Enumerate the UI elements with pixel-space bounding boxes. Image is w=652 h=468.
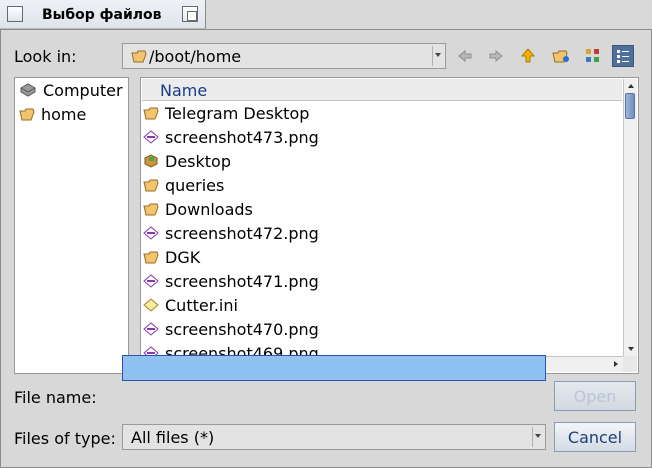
desktop-folder-icon bbox=[144, 154, 158, 168]
detail-view-button[interactable] bbox=[612, 45, 634, 67]
close-window-button[interactable] bbox=[7, 6, 23, 22]
file-name: DGK bbox=[165, 247, 201, 267]
scroll-corner bbox=[623, 356, 637, 372]
look-in-label: Look in: bbox=[14, 47, 77, 66]
look-in-path: /boot/home bbox=[149, 47, 242, 66]
folder-icon bbox=[143, 179, 159, 192]
scroll-down-button[interactable] bbox=[625, 343, 637, 355]
zoom-window-button[interactable] bbox=[182, 6, 198, 22]
vertical-scroll-thumb[interactable] bbox=[625, 93, 635, 119]
forward-button[interactable] bbox=[485, 45, 507, 67]
file-name: screenshot470.png bbox=[165, 319, 319, 339]
image-file-icon bbox=[143, 322, 159, 336]
file-name: screenshot473.png bbox=[165, 127, 319, 147]
back-button[interactable] bbox=[454, 45, 476, 67]
file-name-label: File name: bbox=[14, 388, 97, 407]
file-type-value: All files (*) bbox=[131, 428, 215, 447]
list-item[interactable]: Telegram Desktop bbox=[143, 101, 309, 125]
window-title: Выбор файлов bbox=[42, 7, 162, 23]
folder-icon bbox=[143, 251, 159, 264]
sidebar-item-label: Computer bbox=[43, 80, 123, 100]
new-folder-button[interactable] bbox=[550, 45, 572, 67]
sidebar-item-home[interactable]: home bbox=[19, 103, 86, 125]
list-item[interactable]: screenshot470.png bbox=[143, 317, 319, 341]
back-arrow-icon bbox=[458, 49, 472, 63]
file-name: screenshot471.png bbox=[165, 271, 319, 291]
open-button[interactable]: Open bbox=[554, 381, 636, 411]
forward-arrow-icon bbox=[489, 49, 503, 63]
detail-view-icon bbox=[617, 50, 629, 63]
text-file-icon bbox=[143, 298, 159, 312]
look-in-combo[interactable]: /boot/home bbox=[122, 43, 446, 69]
scroll-up-button[interactable] bbox=[625, 80, 637, 92]
column-header-label: Name bbox=[160, 81, 208, 100]
sidebar-item-label: home bbox=[41, 104, 87, 124]
file-name: Telegram Desktop bbox=[165, 103, 310, 123]
file-list[interactable]: Name Telegram Desktop screenshot473.png … bbox=[140, 77, 639, 374]
list-item[interactable]: Cutter.ini bbox=[143, 293, 238, 317]
window-title-tab[interactable]: Выбор файлов bbox=[0, 0, 206, 29]
folder-icon bbox=[131, 48, 147, 68]
cancel-button[interactable]: Cancel bbox=[554, 422, 636, 452]
list-item[interactable]: queries bbox=[143, 173, 224, 197]
list-item[interactable]: Desktop bbox=[143, 149, 231, 173]
image-file-icon bbox=[143, 226, 159, 240]
sidebar-item-computer[interactable]: Computer bbox=[19, 79, 123, 101]
list-item[interactable]: screenshot473.png bbox=[143, 125, 319, 149]
sidebar[interactable]: Computer home bbox=[14, 77, 129, 374]
new-folder-icon bbox=[552, 50, 569, 63]
list-item[interactable]: Downloads bbox=[143, 197, 253, 221]
scroll-right-button[interactable] bbox=[610, 358, 622, 370]
list-item[interactable]: screenshot472.png bbox=[143, 221, 319, 245]
computer-icon bbox=[20, 83, 36, 97]
file-type-combo[interactable]: All files (*) bbox=[122, 424, 546, 450]
files-of-type-label: Files of type: bbox=[14, 429, 116, 448]
list-view-button[interactable] bbox=[582, 45, 604, 67]
up-arrow-icon bbox=[520, 48, 536, 63]
chevron-down-icon bbox=[435, 53, 441, 57]
folder-icon bbox=[19, 108, 35, 121]
image-file-icon bbox=[143, 274, 159, 288]
list-item[interactable]: DGK bbox=[143, 245, 200, 269]
parent-directory-button[interactable] bbox=[517, 45, 539, 67]
file-name: screenshot472.png bbox=[165, 223, 319, 243]
vertical-scrollbar[interactable] bbox=[623, 79, 637, 356]
list-view-icon bbox=[586, 49, 599, 62]
image-file-icon bbox=[143, 130, 159, 144]
folder-icon bbox=[143, 203, 159, 216]
file-name: Cutter.ini bbox=[165, 295, 238, 315]
file-name: Downloads bbox=[165, 199, 253, 219]
chevron-down-icon bbox=[535, 434, 541, 438]
file-name: queries bbox=[165, 175, 225, 195]
list-item[interactable]: screenshot471.png bbox=[143, 269, 319, 293]
folder-icon bbox=[143, 107, 159, 120]
column-header-name[interactable]: Name bbox=[142, 79, 622, 101]
file-name-input[interactable] bbox=[122, 355, 546, 381]
file-name: Desktop bbox=[165, 151, 231, 171]
